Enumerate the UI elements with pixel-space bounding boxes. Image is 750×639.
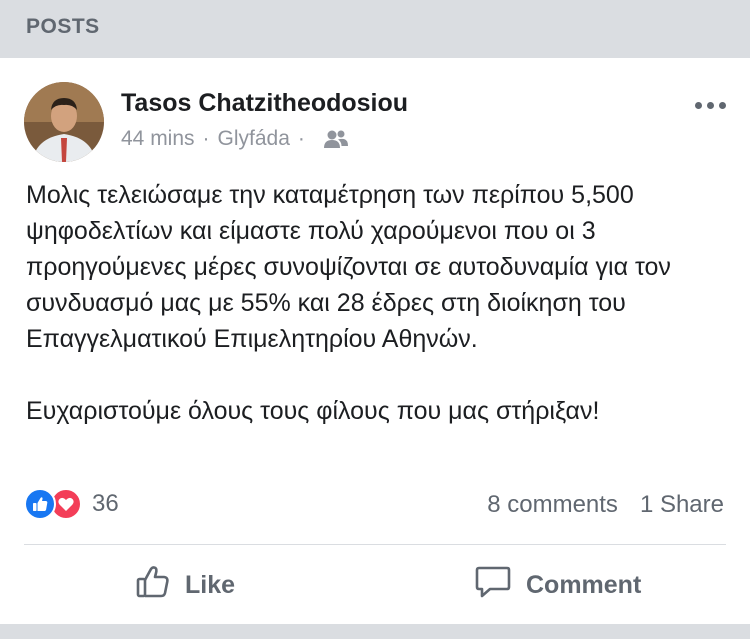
post-meta: 44 mins · Glyfáda · xyxy=(121,127,349,151)
post-location[interactable]: Glyfáda xyxy=(218,127,290,151)
like-reaction-icon xyxy=(24,488,56,520)
section-header: POSTS xyxy=(0,0,750,58)
shares-count-link[interactable]: 1 Share xyxy=(640,491,724,519)
meta-separator: · xyxy=(202,127,210,150)
friends-icon xyxy=(323,129,349,149)
like-label: Like xyxy=(185,570,236,599)
thumbs-up-icon xyxy=(135,564,171,607)
meta-separator: · xyxy=(297,127,305,150)
post-paragraph: Μολις τελειώσαμε την καταμέτρηση των περ… xyxy=(26,181,671,353)
post-paragraph: Ευχαριστούμε όλους τους φίλους που μας σ… xyxy=(26,397,600,425)
comment-button[interactable]: Comment xyxy=(474,563,641,607)
avatar[interactable] xyxy=(24,82,104,162)
reaction-count: 36 xyxy=(92,490,119,517)
section-title: POSTS xyxy=(26,15,100,38)
comment-bubble-icon xyxy=(474,564,512,607)
more-options-icon[interactable] xyxy=(695,102,726,109)
comment-label: Comment xyxy=(526,570,642,599)
engagement-counts: 8 comments 1 Share xyxy=(487,491,724,519)
comments-count-link[interactable]: 8 comments xyxy=(487,491,618,519)
reactions-summary[interactable]: 36 xyxy=(24,488,119,520)
divider xyxy=(24,544,726,545)
post-time[interactable]: 44 mins xyxy=(121,127,195,151)
author-name[interactable]: Tasos Chatzitheodosiou xyxy=(121,89,408,118)
feed-separator xyxy=(0,624,750,639)
like-button[interactable]: Like xyxy=(135,563,235,607)
post-card: Tasos Chatzitheodosiou 44 mins · Glyfáda… xyxy=(0,58,750,624)
post-body: Μολις τελειώσαμε την καταμέτρηση των περ… xyxy=(26,177,726,429)
